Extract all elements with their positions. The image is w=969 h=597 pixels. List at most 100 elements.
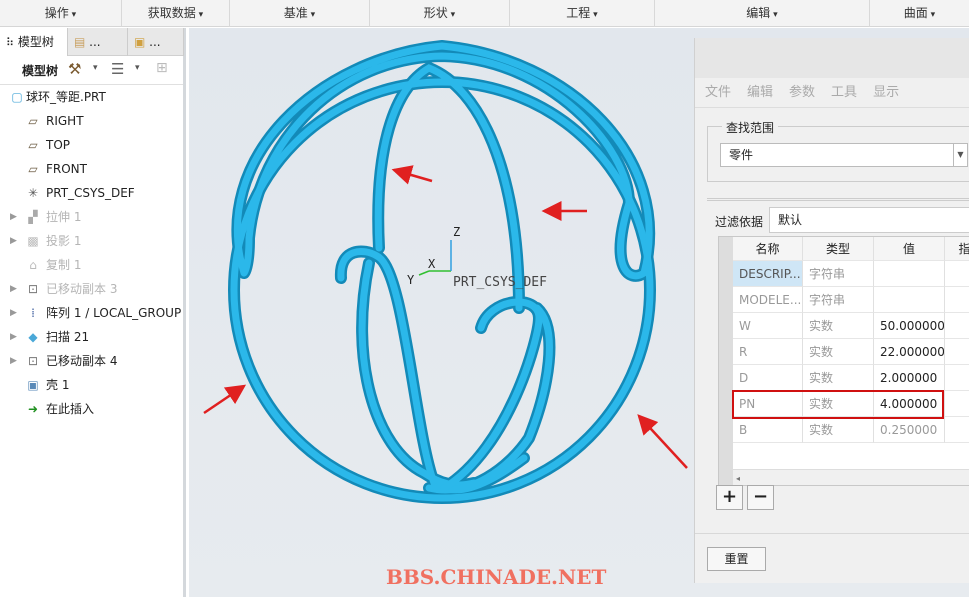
param-value[interactable]: 50.000000 bbox=[874, 313, 945, 339]
column-header-type[interactable]: 类型 bbox=[803, 237, 874, 261]
plane-icon: ▱ bbox=[28, 138, 38, 152]
param-value[interactable] bbox=[874, 287, 945, 313]
copy-icon: ⌂ bbox=[29, 258, 37, 272]
scroll-left-icon[interactable]: ◂ bbox=[733, 474, 740, 483]
tree-item[interactable]: ➜ 在此插入 bbox=[0, 398, 183, 420]
param-name[interactable]: D bbox=[733, 365, 803, 391]
tree-item-label: 复制 1 bbox=[46, 258, 82, 272]
parameters-table: 名称 类型 值 指 DESCRIP...字符串MODELE...字符串W实数50… bbox=[718, 236, 969, 486]
param-type[interactable]: 实数 bbox=[803, 339, 874, 365]
filter-select[interactable]: 默认 bbox=[769, 207, 969, 233]
expand-arrow-icon[interactable]: ▶ bbox=[10, 326, 17, 348]
table-row[interactable]: DESCRIP... 字符串 bbox=[733, 261, 969, 287]
column-header-value[interactable]: 值 bbox=[874, 237, 945, 261]
expand-arrow-icon[interactable]: ▶ bbox=[10, 230, 17, 252]
param-designate[interactable] bbox=[945, 391, 969, 417]
table-row[interactable]: W 实数 50.000000 bbox=[733, 313, 969, 339]
show-list-icon[interactable]: ☰ bbox=[111, 60, 124, 78]
dialog-menu-file[interactable]: 文件 bbox=[705, 85, 731, 100]
menu-operations[interactable]: 操作 bbox=[0, 0, 122, 27]
menu-engineering[interactable]: 工程 bbox=[510, 0, 655, 27]
table-row[interactable]: MODELE... 字符串 bbox=[733, 287, 969, 313]
csys-y-axis bbox=[418, 270, 430, 276]
param-type[interactable]: 实数 bbox=[803, 417, 874, 443]
tree-item[interactable]: ▶ ⁞ 阵列 1 / LOCAL_GROUP bbox=[0, 302, 183, 324]
dialog-menu-parameters[interactable]: 参数 bbox=[789, 85, 815, 100]
column-header-name[interactable]: 名称 bbox=[733, 237, 803, 261]
param-name[interactable]: DESCRIP... bbox=[733, 261, 803, 287]
tab-favorites[interactable]: ▣ ... bbox=[128, 28, 184, 56]
tree-item[interactable]: ▶ ◆ 扫描 21 bbox=[0, 326, 183, 348]
tree-item[interactable]: ▶ ⊡ 已移动副本 3 bbox=[0, 278, 183, 300]
tree-item[interactable]: ⌂ 复制 1 bbox=[0, 254, 183, 276]
tree-item[interactable]: ▶ ⊡ 已移动副本 4 bbox=[0, 350, 183, 372]
param-value[interactable] bbox=[874, 261, 945, 287]
table-row[interactable]: B 实数 0.250000 bbox=[733, 417, 969, 443]
tab-model-tree[interactable]: ⠷ 模型树 bbox=[0, 28, 68, 56]
chevron-down-icon[interactable]: ▼ bbox=[953, 144, 967, 166]
tree-item-label: 壳 1 bbox=[46, 378, 70, 392]
menu-edit[interactable]: 编辑 bbox=[655, 0, 870, 27]
settings-tools-icon[interactable]: ⚒ bbox=[68, 60, 81, 78]
tree-item[interactable]: ▣ 壳 1 bbox=[0, 374, 183, 396]
menu-surfaces[interactable]: 曲面 bbox=[870, 0, 969, 27]
menu-get-data[interactable]: 获取数据 bbox=[122, 0, 230, 27]
scope-group: 查找范围 零件 ▼ bbox=[707, 119, 969, 182]
tree-item-label: FRONT bbox=[46, 162, 87, 176]
tree-item[interactable]: ▱ RIGHT bbox=[0, 110, 183, 132]
scope-select[interactable]: 零件 ▼ bbox=[720, 143, 968, 167]
tree-item-label: PRT_CSYS_DEF bbox=[46, 186, 135, 200]
table-row[interactable]: D 实数 2.000000 bbox=[733, 365, 969, 391]
dialog-menu-display[interactable]: 显示 bbox=[873, 85, 899, 100]
tree-item[interactable]: ▶ ▞ 拉伸 1 bbox=[0, 206, 183, 228]
param-type[interactable]: 字符串 bbox=[803, 287, 874, 313]
param-value[interactable]: 0.250000 bbox=[874, 417, 945, 443]
moved-copy-icon: ⊡ bbox=[27, 354, 39, 368]
csys-label: PRT_CSYS_DEF bbox=[453, 275, 547, 290]
tree-item[interactable]: ✳ PRT_CSYS_DEF bbox=[0, 182, 183, 204]
menu-datum[interactable]: 基准 bbox=[230, 0, 370, 27]
expand-arrow-icon[interactable]: ▶ bbox=[10, 302, 17, 324]
row-gutter bbox=[719, 237, 733, 485]
param-name[interactable]: B bbox=[733, 417, 803, 443]
param-designate[interactable] bbox=[945, 339, 969, 365]
param-value[interactable]: 22.000000 bbox=[874, 339, 945, 365]
tree-item-label: 拉伸 1 bbox=[46, 210, 82, 224]
param-value[interactable]: 2.000000 bbox=[874, 365, 945, 391]
tree-item[interactable]: ▱ TOP bbox=[0, 134, 183, 156]
param-designate[interactable] bbox=[945, 287, 969, 313]
param-designate[interactable] bbox=[945, 417, 969, 443]
dialog-menu-tools[interactable]: 工具 bbox=[831, 85, 857, 100]
expand-arrow-icon[interactable]: ▶ bbox=[10, 278, 17, 300]
param-type[interactable]: 实数 bbox=[803, 313, 874, 339]
tab-layers[interactable]: ▤ ... bbox=[68, 28, 128, 56]
plane-icon: ▱ bbox=[28, 162, 38, 176]
table-row[interactable]: R 实数 22.000000 bbox=[733, 339, 969, 365]
tree-item[interactable]: ▱ FRONT bbox=[0, 158, 183, 180]
dialog-menu-edit[interactable]: 编辑 bbox=[747, 85, 773, 100]
tree-item-label: 球环_等距.PRT bbox=[26, 90, 106, 104]
expand-arrow-icon[interactable]: ▶ bbox=[10, 206, 17, 228]
tree-item[interactable]: ▢ 球环_等距.PRT bbox=[0, 86, 183, 108]
param-type[interactable]: 字符串 bbox=[803, 261, 874, 287]
reset-button[interactable]: 重置 bbox=[707, 547, 766, 571]
param-name[interactable]: W bbox=[733, 313, 803, 339]
param-designate[interactable] bbox=[945, 365, 969, 391]
arrow-annotation bbox=[203, 384, 247, 415]
add-parameter-button[interactable]: + bbox=[716, 485, 743, 510]
param-designate[interactable] bbox=[945, 261, 969, 287]
horizontal-scrollbar[interactable]: ◂ bbox=[733, 469, 969, 485]
tree-item[interactable]: ▶ ▩ 投影 1 bbox=[0, 230, 183, 252]
remove-parameter-button[interactable]: − bbox=[747, 485, 774, 510]
param-type[interactable]: 实数 bbox=[803, 365, 874, 391]
chevron-down-icon[interactable]: ▾ bbox=[135, 63, 140, 73]
filter-tree-icon[interactable]: ⊞ bbox=[156, 60, 168, 76]
param-designate[interactable] bbox=[945, 313, 969, 339]
expand-arrow-icon[interactable]: ▶ bbox=[10, 350, 17, 372]
tree-item-label: 已移动副本 4 bbox=[46, 354, 118, 368]
chevron-down-icon[interactable]: ▾ bbox=[93, 63, 98, 73]
param-name[interactable]: R bbox=[733, 339, 803, 365]
menu-shapes[interactable]: 形状 bbox=[370, 0, 510, 27]
column-header-designate[interactable]: 指 bbox=[945, 237, 969, 261]
param-name[interactable]: MODELE... bbox=[733, 287, 803, 313]
